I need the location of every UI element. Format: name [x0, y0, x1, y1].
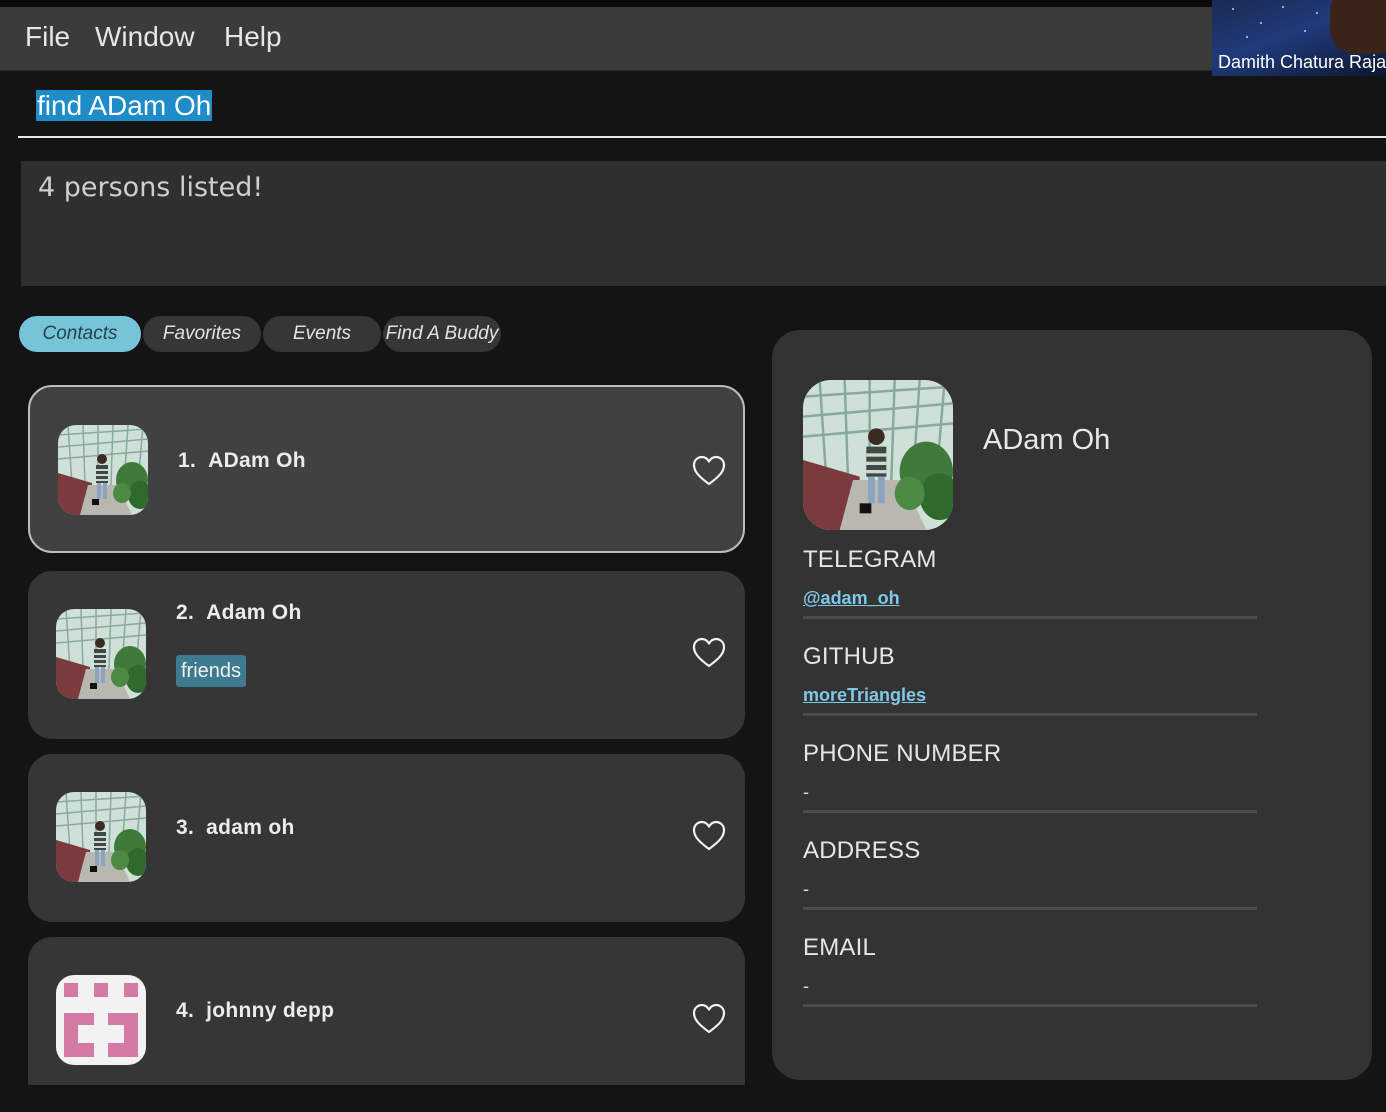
field-label: EMAIL	[803, 934, 877, 961]
menu-help[interactable]: Help	[224, 21, 282, 53]
detail-name: ADam Oh	[983, 424, 1111, 456]
command-input[interactable]: find ADam Oh	[36, 90, 213, 122]
person-card[interactable]: 4. johnny depp	[28, 937, 745, 1085]
detail-field-telegram: TELEGRAM @adam_oh	[803, 546, 1257, 619]
person-list: 1. ADam Oh 2. Adam Oh friends 3. adam oh 4.…	[28, 385, 746, 1085]
person-card[interactable]: 1. ADam Oh	[28, 385, 745, 553]
divider	[803, 907, 1257, 910]
field-label: PHONE NUMBER	[803, 740, 1002, 767]
divider	[803, 616, 1257, 619]
address-value: -	[803, 879, 809, 899]
divider	[803, 810, 1257, 813]
webcam-overlay: Damith Chatura Raja	[1212, 0, 1386, 76]
field-label: TELEGRAM	[803, 546, 937, 573]
window-top-strip	[0, 0, 1386, 7]
person-index: 2.	[176, 601, 195, 624]
detail-avatar-photo-icon	[803, 380, 953, 530]
menu-file[interactable]: File	[25, 21, 70, 53]
person-name: ADam Oh	[208, 449, 306, 472]
menu-window[interactable]: Window	[95, 21, 195, 53]
avatar-photo-icon	[58, 425, 148, 515]
detail-field-phone: PHONE NUMBER -	[803, 740, 1257, 813]
tab-events[interactable]: Events	[263, 316, 381, 352]
detail-field-email: EMAIL -	[803, 934, 1257, 1007]
heart-outline-icon[interactable]	[692, 1003, 726, 1035]
heart-outline-icon[interactable]	[692, 455, 726, 487]
person-detail-panel: ADam Oh TELEGRAM @adam_oh GITHUB moreTri…	[772, 330, 1372, 1080]
result-message: 4 persons listed!	[38, 172, 264, 203]
avatar-photo-icon	[56, 609, 146, 699]
tab-favorites[interactable]: Favorites	[143, 316, 261, 352]
field-label: GITHUB	[803, 643, 895, 670]
email-value: -	[803, 976, 809, 996]
person-card[interactable]: 3. adam oh	[28, 754, 745, 922]
person-index: 1.	[178, 449, 197, 472]
divider	[803, 1004, 1257, 1007]
person-name: johnny depp	[206, 999, 335, 1022]
person-index: 4.	[176, 999, 195, 1022]
divider	[803, 713, 1257, 716]
avatar-photo-icon	[56, 792, 146, 882]
tab-find-a-buddy[interactable]: Find A Buddy	[383, 316, 501, 352]
tag-badge: friends	[176, 655, 247, 687]
command-text-selected: find ADam Oh	[36, 90, 213, 121]
telegram-link[interactable]: @adam_oh	[803, 588, 1257, 610]
phone-value: -	[803, 782, 809, 802]
detail-field-address: ADDRESS -	[803, 837, 1257, 910]
menu-bar: File Window Help	[0, 7, 1386, 71]
command-box[interactable]	[18, 80, 1386, 138]
avatar-identicon-icon	[56, 975, 146, 1065]
detail-field-github: GITHUB moreTriangles	[803, 643, 1257, 716]
webcam-person	[1330, 0, 1386, 54]
person-card[interactable]: 2. Adam Oh friends	[28, 571, 745, 739]
github-link[interactable]: moreTriangles	[803, 685, 1257, 707]
field-label: ADDRESS	[803, 837, 921, 864]
heart-outline-icon[interactable]	[692, 820, 726, 852]
person-name: adam oh	[206, 816, 295, 839]
person-name: Adam Oh	[206, 601, 302, 624]
webcam-name: Damith Chatura Raja	[1218, 52, 1386, 72]
tab-contacts[interactable]: Contacts	[19, 316, 141, 352]
heart-outline-icon[interactable]	[692, 637, 726, 669]
person-index: 3.	[176, 816, 195, 839]
